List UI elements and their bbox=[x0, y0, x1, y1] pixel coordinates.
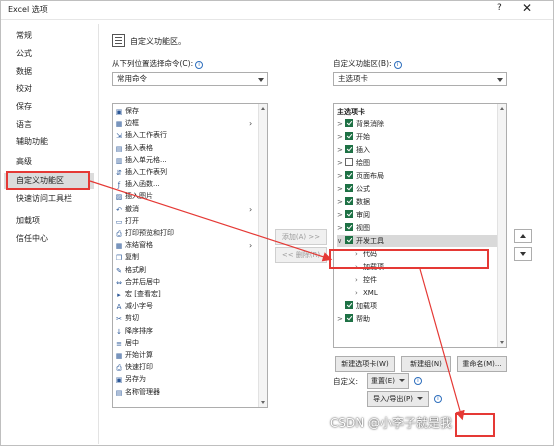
annotation-arrows bbox=[89, 180, 465, 421]
arrow-to-developer-tab bbox=[89, 180, 333, 262]
arrow-to-ok-button bbox=[419, 268, 465, 421]
watermark: CSDN @小李子就是我 bbox=[330, 416, 453, 430]
